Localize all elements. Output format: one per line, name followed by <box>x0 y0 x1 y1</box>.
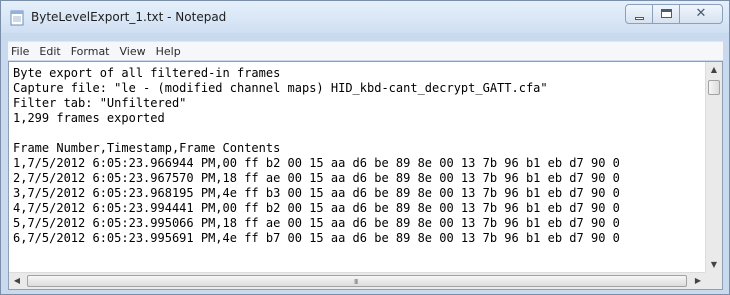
arrow-right-icon[interactable]: ▶ <box>690 273 706 289</box>
text-line: Frame Number,Timestamp,Frame Contents <box>13 141 281 155</box>
vertical-scrollbar[interactable]: ▲ ▼ <box>705 62 722 273</box>
arrow-left-icon[interactable]: ◀ <box>9 273 25 289</box>
scroll-grip: III <box>354 278 358 286</box>
text-line: Byte export of all filtered-in frames <box>13 66 281 80</box>
vertical-scroll-thumb[interactable] <box>708 80 720 95</box>
text-line: Filter tab: "Unfiltered" <box>13 96 187 110</box>
close-button[interactable]: ✕ <box>679 4 723 24</box>
text-line: 6,7/5/2012 6:05:23.995691 PM,4e ff b7 00… <box>13 231 620 245</box>
minimize-button[interactable] <box>625 4 653 24</box>
notepad-window: ByteLevelExport_1.txt - Notepad ✕ File E… <box>0 0 730 295</box>
menu-view[interactable]: View <box>115 45 151 58</box>
window-title: ByteLevelExport_1.txt - Notepad <box>31 10 227 24</box>
text-line: 2,7/5/2012 6:05:23.967570 PM,18 ff ae 00… <box>13 171 620 185</box>
horizontal-scrollbar[interactable]: ◀ III ▶ <box>9 272 706 289</box>
title-bar[interactable]: ByteLevelExport_1.txt - Notepad ✕ <box>1 1 729 33</box>
text-line: 1,7/5/2012 6:05:23.966944 PM,00 ff b2 00… <box>13 156 620 170</box>
arrow-up-icon[interactable]: ▲ <box>706 62 722 78</box>
text-line: 4,7/5/2012 6:05:23.994441 PM,00 ff b2 00… <box>13 201 620 215</box>
text-line: 3,7/5/2012 6:05:23.968195 PM,4e ff b3 00… <box>13 186 620 200</box>
text-editor[interactable]: Byte export of all filtered-in frames Ca… <box>8 61 723 290</box>
text-line: 1,299 frames exported <box>13 111 165 125</box>
maximize-icon <box>661 9 672 18</box>
minimize-icon <box>635 17 644 20</box>
caption-buttons: ✕ <box>625 4 723 24</box>
text-line: 5,7/5/2012 6:05:23.995066 PM,18 ff ae 00… <box>13 216 620 230</box>
menu-format[interactable]: Format <box>66 45 115 58</box>
maximize-button[interactable] <box>652 4 680 24</box>
text-line: Capture file: "le - (modified channel ma… <box>13 81 548 95</box>
menu-file[interactable]: File <box>8 45 34 58</box>
text-line <box>13 126 706 141</box>
text-content[interactable]: Byte export of all filtered-in frames Ca… <box>9 62 706 273</box>
close-icon: ✕ <box>695 6 707 21</box>
menu-edit[interactable]: Edit <box>34 45 65 58</box>
arrow-down-icon[interactable]: ▼ <box>706 257 722 273</box>
menu-bar: File Edit Format View Help <box>8 41 723 60</box>
size-grip[interactable] <box>705 272 722 289</box>
menu-help[interactable]: Help <box>151 45 186 58</box>
horizontal-scroll-thumb[interactable]: III <box>27 275 687 287</box>
notepad-icon[interactable] <box>9 10 25 26</box>
